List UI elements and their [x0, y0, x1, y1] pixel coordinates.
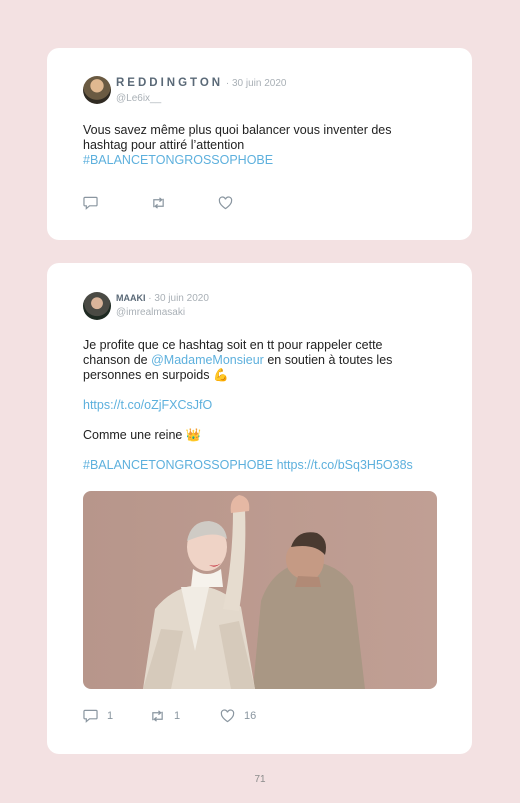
avatar[interactable] — [83, 76, 111, 104]
author-name[interactable]: REDDINGTON — [116, 77, 223, 89]
text-fragment: en soutien à toutes les — [263, 353, 393, 367]
text-fragment: chanson de — [83, 353, 152, 367]
text-line: personnes en surpoids 💪 — [83, 368, 229, 382]
tweet-date: · 30 juin 2020 — [145, 293, 209, 304]
tweet-photo[interactable] — [83, 491, 437, 689]
reply-button[interactable]: 1 — [83, 709, 150, 723]
hashtag-link[interactable]: #BALANCETONGROSSOPHOBE — [83, 458, 273, 472]
like-icon — [218, 196, 233, 210]
text-line: Vous savez même plus quoi balancer vous … — [83, 123, 392, 137]
retweet-button[interactable] — [151, 196, 218, 210]
retweet-icon — [153, 197, 164, 209]
hashtag-line: #BALANCETONGROSSOPHOBE https://t.co/bSq3… — [83, 458, 442, 473]
text-line: chanson de @MadameMonsieur en soutien à … — [83, 353, 442, 368]
photo-illustration — [143, 495, 365, 689]
tweet-header: REDDINGTON · 30 juin 2020 @Le6ix__ — [116, 77, 287, 104]
mention-link[interactable]: @MadameMonsieur — [151, 353, 264, 367]
page-number: 71 — [254, 774, 266, 785]
tweet-text: Je profite que ce hashtag soit en tt pou… — [83, 338, 442, 473]
text-line: Comme une reine 👑 — [83, 428, 202, 442]
reply-icon — [83, 196, 98, 210]
tweet-actions — [83, 196, 233, 210]
author-name[interactable]: MAAKI — [116, 293, 146, 303]
like-icon — [220, 709, 235, 723]
author-handle[interactable]: @imrealmasaki — [116, 308, 209, 318]
reply-icon — [83, 709, 98, 723]
hashtag-link[interactable]: #BALANCETONGROSSOPHOBE — [83, 153, 442, 168]
tweet-header: MAAKI · 30 juin 2020 @imrealmasaki — [116, 294, 209, 318]
retweet-button[interactable]: 1 — [150, 709, 220, 723]
text-line: hashtag pour attiré l’attention — [83, 138, 245, 152]
like-button[interactable] — [218, 196, 233, 210]
tweet-card-1: REDDINGTON · 30 juin 2020 @Le6ix__ Vous … — [47, 48, 472, 240]
author-handle[interactable]: @Le6ix__ — [116, 93, 287, 104]
tweet-card-2: MAAKI · 30 juin 2020 @imrealmasaki Je pr… — [47, 263, 472, 754]
url-link[interactable]: https://t.co/bSq3H5O38s — [277, 458, 413, 472]
avatar[interactable] — [83, 292, 111, 320]
tweet-text: Vous savez même plus quoi balancer vous … — [83, 123, 442, 168]
tweet-actions: 1 1 16 — [83, 709, 256, 723]
reply-count: 1 — [107, 710, 114, 722]
reply-button[interactable] — [83, 196, 151, 210]
retweet-icon — [152, 710, 163, 722]
like-count: 16 — [244, 710, 257, 722]
tweet-date: · 30 juin 2020 — [223, 78, 287, 89]
retweet-count: 1 — [174, 710, 181, 722]
like-button[interactable]: 16 — [220, 709, 256, 723]
text-line: Je profite que ce hashtag soit en tt pou… — [83, 338, 383, 352]
url-link[interactable]: https://t.co/oZjFXCsJfO — [83, 398, 442, 413]
